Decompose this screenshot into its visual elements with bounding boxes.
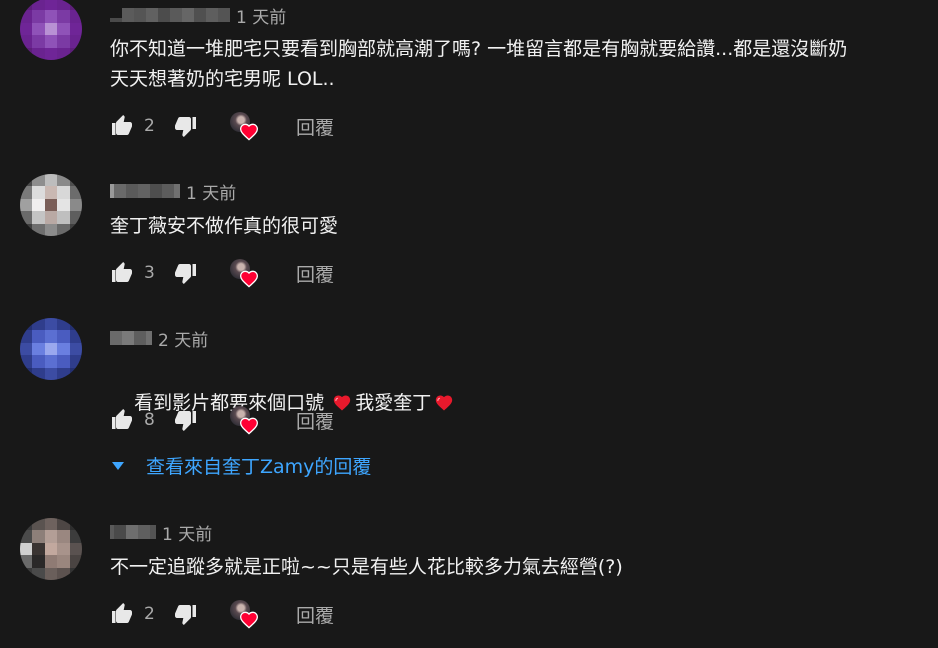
thumb-up-icon[interactable] [110,408,134,432]
reply-button[interactable]: 回覆 [296,260,334,287]
comment-text: 不一定追蹤多就是正啦~~只是有些人花比較多力氣去經營(?) [110,556,623,578]
comment-timestamp[interactable]: 1 天前 [186,179,236,204]
comment-timestamp[interactable]: 1 天前 [236,3,286,28]
thumb-down-icon[interactable] [174,114,198,138]
thumb-down-icon[interactable] [174,602,198,626]
like-count: 3 [144,263,155,283]
creator-heart-icon [230,112,258,140]
thumb-down-icon[interactable] [174,408,198,432]
like-count: 2 [144,604,155,624]
comment-timestamp[interactable]: 1 天前 [162,520,212,545]
creator-heart-icon [230,406,258,434]
comment-text-part: 我愛奎丁 [355,392,432,414]
reply-button[interactable]: 回覆 [296,407,334,434]
avatar[interactable] [20,318,82,380]
thumb-up-icon[interactable] [110,114,134,138]
avatar[interactable] [20,0,82,60]
view-replies-button[interactable]: 查看來自奎丁Zamy的回覆 [110,452,371,479]
author-name-blurred[interactable] [110,525,156,539]
heart-emoji-icon [434,393,454,411]
comment-header: 1 天前 [110,520,212,545]
comment-actions: 2 回覆 [110,600,334,628]
heart-emoji-icon [332,393,352,411]
comment-text: 你不知道一堆肥宅只要看到胸部就高潮了嗎? 一堆留言都是有胸就要給讚...都是還沒… [110,38,848,90]
author-name-blurred[interactable] [110,331,152,345]
creator-heart-icon [230,259,258,287]
reply-button[interactable]: 回覆 [296,113,334,140]
comment-header: 1 天前 [110,3,286,28]
view-replies-label: 查看來自奎丁Zamy的回覆 [146,456,372,478]
caret-down-icon [112,461,124,470]
author-name-blurred[interactable] [110,184,180,198]
creator-heart-icon [230,600,258,628]
like-count: 8 [144,410,155,430]
thumb-up-icon[interactable] [110,602,134,626]
comment-actions: 2 回覆 [110,112,334,140]
comment-text: 奎丁薇安不做作真的很可愛 [110,215,339,237]
comment-actions: 8 回覆 [110,406,334,434]
thumb-down-icon[interactable] [174,261,198,285]
comment-header: 2 天前 [110,326,208,351]
like-count: 2 [144,116,155,136]
reply-button[interactable]: 回覆 [296,601,334,628]
comment-header: 1 天前 [110,179,236,204]
author-name-blurred[interactable] [110,8,230,22]
thumb-up-icon[interactable] [110,261,134,285]
comment-timestamp[interactable]: 2 天前 [158,326,208,351]
comment-text: 看到影片都要來個口號 我愛奎丁 [110,358,457,448]
avatar[interactable] [20,174,82,236]
comment-actions: 3 回覆 [110,259,334,287]
avatar[interactable] [20,518,82,580]
